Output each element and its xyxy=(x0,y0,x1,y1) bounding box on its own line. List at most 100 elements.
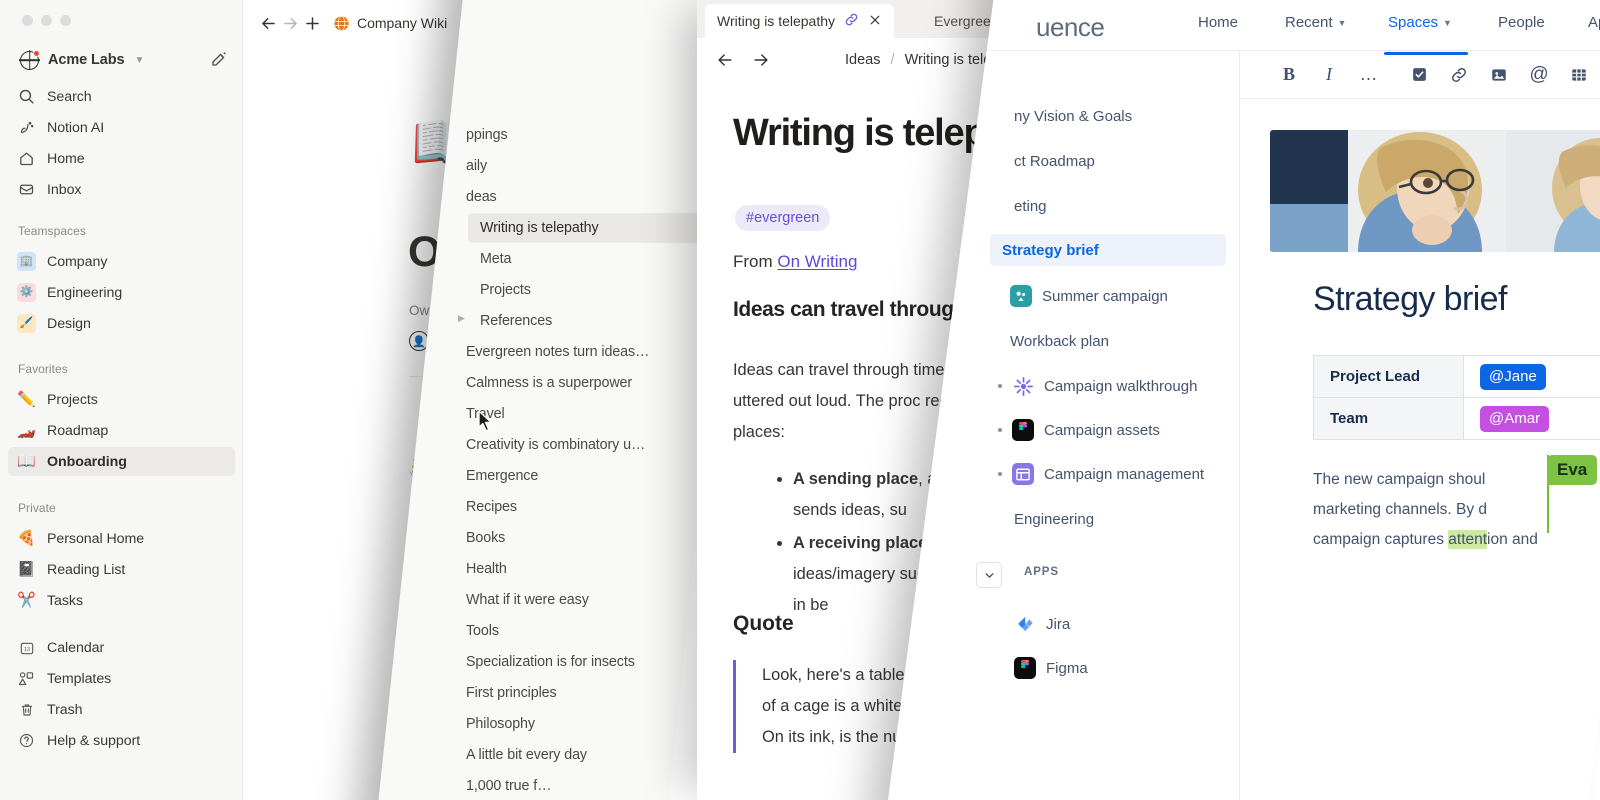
woman-with-glasses-thinking-photo xyxy=(1270,130,1600,252)
tree-item-engineering[interactable]: Engineering xyxy=(1002,503,1106,535)
switcher-item[interactable]: Books xyxy=(454,523,704,553)
sidebar-label: Onboarding xyxy=(47,453,127,470)
switcher-item[interactable]: deas xyxy=(454,182,704,212)
nav-people[interactable]: People xyxy=(1498,14,1545,31)
sidebar-collapse-toggle[interactable] xyxy=(976,562,1002,588)
tree-item-company-vision-goals[interactable]: ny Vision & Goals xyxy=(1002,100,1144,132)
source-link[interactable]: On Writing xyxy=(777,252,857,271)
switcher-item[interactable]: What if it were easy xyxy=(454,585,704,615)
tree-item-strategy-brief[interactable]: Strategy brief xyxy=(990,234,1226,266)
notebook-emoji-icon: 📓 xyxy=(17,561,36,578)
more-icon[interactable]: … xyxy=(1352,58,1386,92)
switcher-item[interactable]: Specialization is for insects xyxy=(454,647,704,677)
tree-item-marketing[interactable]: eting xyxy=(1002,190,1059,222)
nav-apps[interactable]: Apps xyxy=(1588,14,1600,31)
app-item-jira[interactable]: Jira xyxy=(1002,608,1082,640)
tree-item-campaign-walkthrough[interactable]: Campaign walkthrough xyxy=(986,370,1209,402)
table-icon[interactable] xyxy=(1562,58,1596,92)
switcher-item[interactable]: Evergreen notes turn ideas… xyxy=(454,337,704,367)
mention-chip[interactable]: @Amar xyxy=(1480,405,1550,432)
sidebar-item-projects[interactable]: ✏️ Projects xyxy=(8,385,235,414)
sidebar-item-templates[interactable]: Templates xyxy=(8,664,235,693)
link-icon[interactable] xyxy=(844,12,859,30)
switcher-item[interactable]: A little bit every day xyxy=(454,740,704,770)
sidebar-item-search[interactable]: Search xyxy=(8,82,235,111)
tree-item-campaign-management[interactable]: Campaign management xyxy=(986,458,1216,490)
workspace-switcher[interactable]: Acme Labs ▼ xyxy=(14,45,229,75)
breadcrumb-root[interactable]: Company Wiki xyxy=(325,10,455,37)
mouse-pointer-icon xyxy=(478,410,492,432)
switcher-item[interactable]: References xyxy=(468,306,704,336)
italic-icon[interactable]: I xyxy=(1312,58,1346,92)
link-icon[interactable] xyxy=(1442,58,1476,92)
table-cell-value: @Jane xyxy=(1463,355,1600,398)
window-traffic-lights[interactable] xyxy=(22,15,71,26)
status-badge[interactable]: #evergreen xyxy=(735,205,831,231)
sidebar-item-home[interactable]: Home xyxy=(8,144,235,173)
sidebar-item-engineering[interactable]: ⚙️ Engineering xyxy=(8,278,235,307)
sidebar-section-teamspaces: Teamspaces xyxy=(18,224,86,238)
sidebar-item-calendar[interactable]: 13 Calendar xyxy=(8,633,235,662)
sidebar-item-reading-list[interactable]: 📓 Reading List xyxy=(8,555,235,584)
nav-spaces[interactable]: Spaces ▼ xyxy=(1388,14,1452,31)
chevron-down-icon: ▼ xyxy=(1337,17,1347,28)
nav-recent[interactable]: Recent ▼ xyxy=(1285,14,1346,31)
close-icon[interactable] xyxy=(868,13,882,30)
sidebar-item-notion-ai[interactable]: Notion AI xyxy=(8,113,235,142)
switcher-item[interactable]: First principles xyxy=(454,678,704,708)
switcher-item[interactable]: aily xyxy=(454,151,704,181)
switcher-item[interactable]: Emergence xyxy=(454,461,704,491)
sidebar-item-company[interactable]: 🏢 Company xyxy=(8,247,235,276)
switcher-item[interactable]: Calmness is a superpower xyxy=(454,368,704,398)
plus-icon[interactable] xyxy=(303,8,323,38)
back-arrow-icon[interactable] xyxy=(715,50,735,75)
task-checkbox-icon[interactable] xyxy=(1402,58,1436,92)
switcher-item[interactable]: Creativity is combinatory u… xyxy=(454,430,704,460)
page-cover-photo xyxy=(1270,130,1600,252)
switcher-item[interactable]: Meta xyxy=(468,244,704,274)
switcher-item[interactable]: 1,000 true f… xyxy=(454,771,704,800)
image-icon[interactable] xyxy=(1482,58,1516,92)
switcher-item[interactable]: ppings xyxy=(454,120,704,150)
breadcrumb-parent[interactable]: Ideas xyxy=(845,52,880,68)
source-reference: From On Writing xyxy=(733,252,857,272)
switcher-item[interactable]: Philosophy xyxy=(454,709,704,739)
chevron-right-icon[interactable]: ▶ xyxy=(458,313,465,324)
sidebar-item-onboarding[interactable]: 📖 Onboarding xyxy=(8,447,235,476)
table-cell-key: Project Lead xyxy=(1313,355,1464,398)
mention-chip[interactable]: @Jane xyxy=(1480,363,1546,390)
forward-arrow-icon[interactable] xyxy=(751,50,771,75)
sidebar-label: Company xyxy=(47,253,108,270)
switcher-item-writing-is-telepathy[interactable]: Writing is telepathy xyxy=(468,213,704,243)
tree-item-summer-campaign[interactable]: Summer campaign xyxy=(998,280,1180,312)
back-arrow-icon[interactable] xyxy=(259,8,279,38)
sidebar-item-design[interactable]: 🖌️ Design xyxy=(8,309,235,338)
close-window-button[interactable] xyxy=(22,15,33,26)
sidebar-item-personal-home[interactable]: 🍕 Personal Home xyxy=(8,524,235,553)
tree-label: Strategy brief xyxy=(1002,241,1099,259)
tab-writing-is-telepathy[interactable]: Writing is telepathy xyxy=(705,4,895,38)
tree-item-workback-plan[interactable]: Workback plan xyxy=(998,325,1121,357)
sidebar-item-roadmap[interactable]: 🏎️ Roadmap xyxy=(8,416,235,445)
switcher-item[interactable]: Projects xyxy=(468,275,704,305)
sidebar-item-inbox[interactable]: Inbox xyxy=(8,175,235,204)
app-label: Jira xyxy=(1046,615,1071,633)
new-page-icon[interactable] xyxy=(210,50,228,73)
bold-icon[interactable]: B xyxy=(1272,58,1306,92)
nav-home[interactable]: Home xyxy=(1198,14,1238,31)
switcher-item[interactable]: Recipes xyxy=(454,492,704,522)
app-item-figma[interactable]: Figma xyxy=(1002,652,1100,684)
zoom-window-button[interactable] xyxy=(60,15,71,26)
switcher-item[interactable]: Tools xyxy=(454,616,704,646)
switcher-item[interactable]: Health xyxy=(454,554,704,584)
forward-arrow-icon[interactable] xyxy=(281,8,301,38)
sidebar-item-trash[interactable]: Trash xyxy=(8,695,235,724)
tree-item-product-roadmap[interactable]: ct Roadmap xyxy=(1002,145,1107,177)
loom-icon xyxy=(1012,375,1034,397)
sidebar-item-help-support[interactable]: Help & support xyxy=(8,726,235,755)
mention-at-icon[interactable]: @ xyxy=(1522,58,1556,92)
sidebar-label: Calendar xyxy=(47,639,105,656)
tree-item-campaign-assets[interactable]: Campaign assets xyxy=(986,414,1172,446)
minimize-window-button[interactable] xyxy=(41,15,52,26)
sidebar-item-tasks[interactable]: ✂️ Tasks xyxy=(8,586,235,615)
